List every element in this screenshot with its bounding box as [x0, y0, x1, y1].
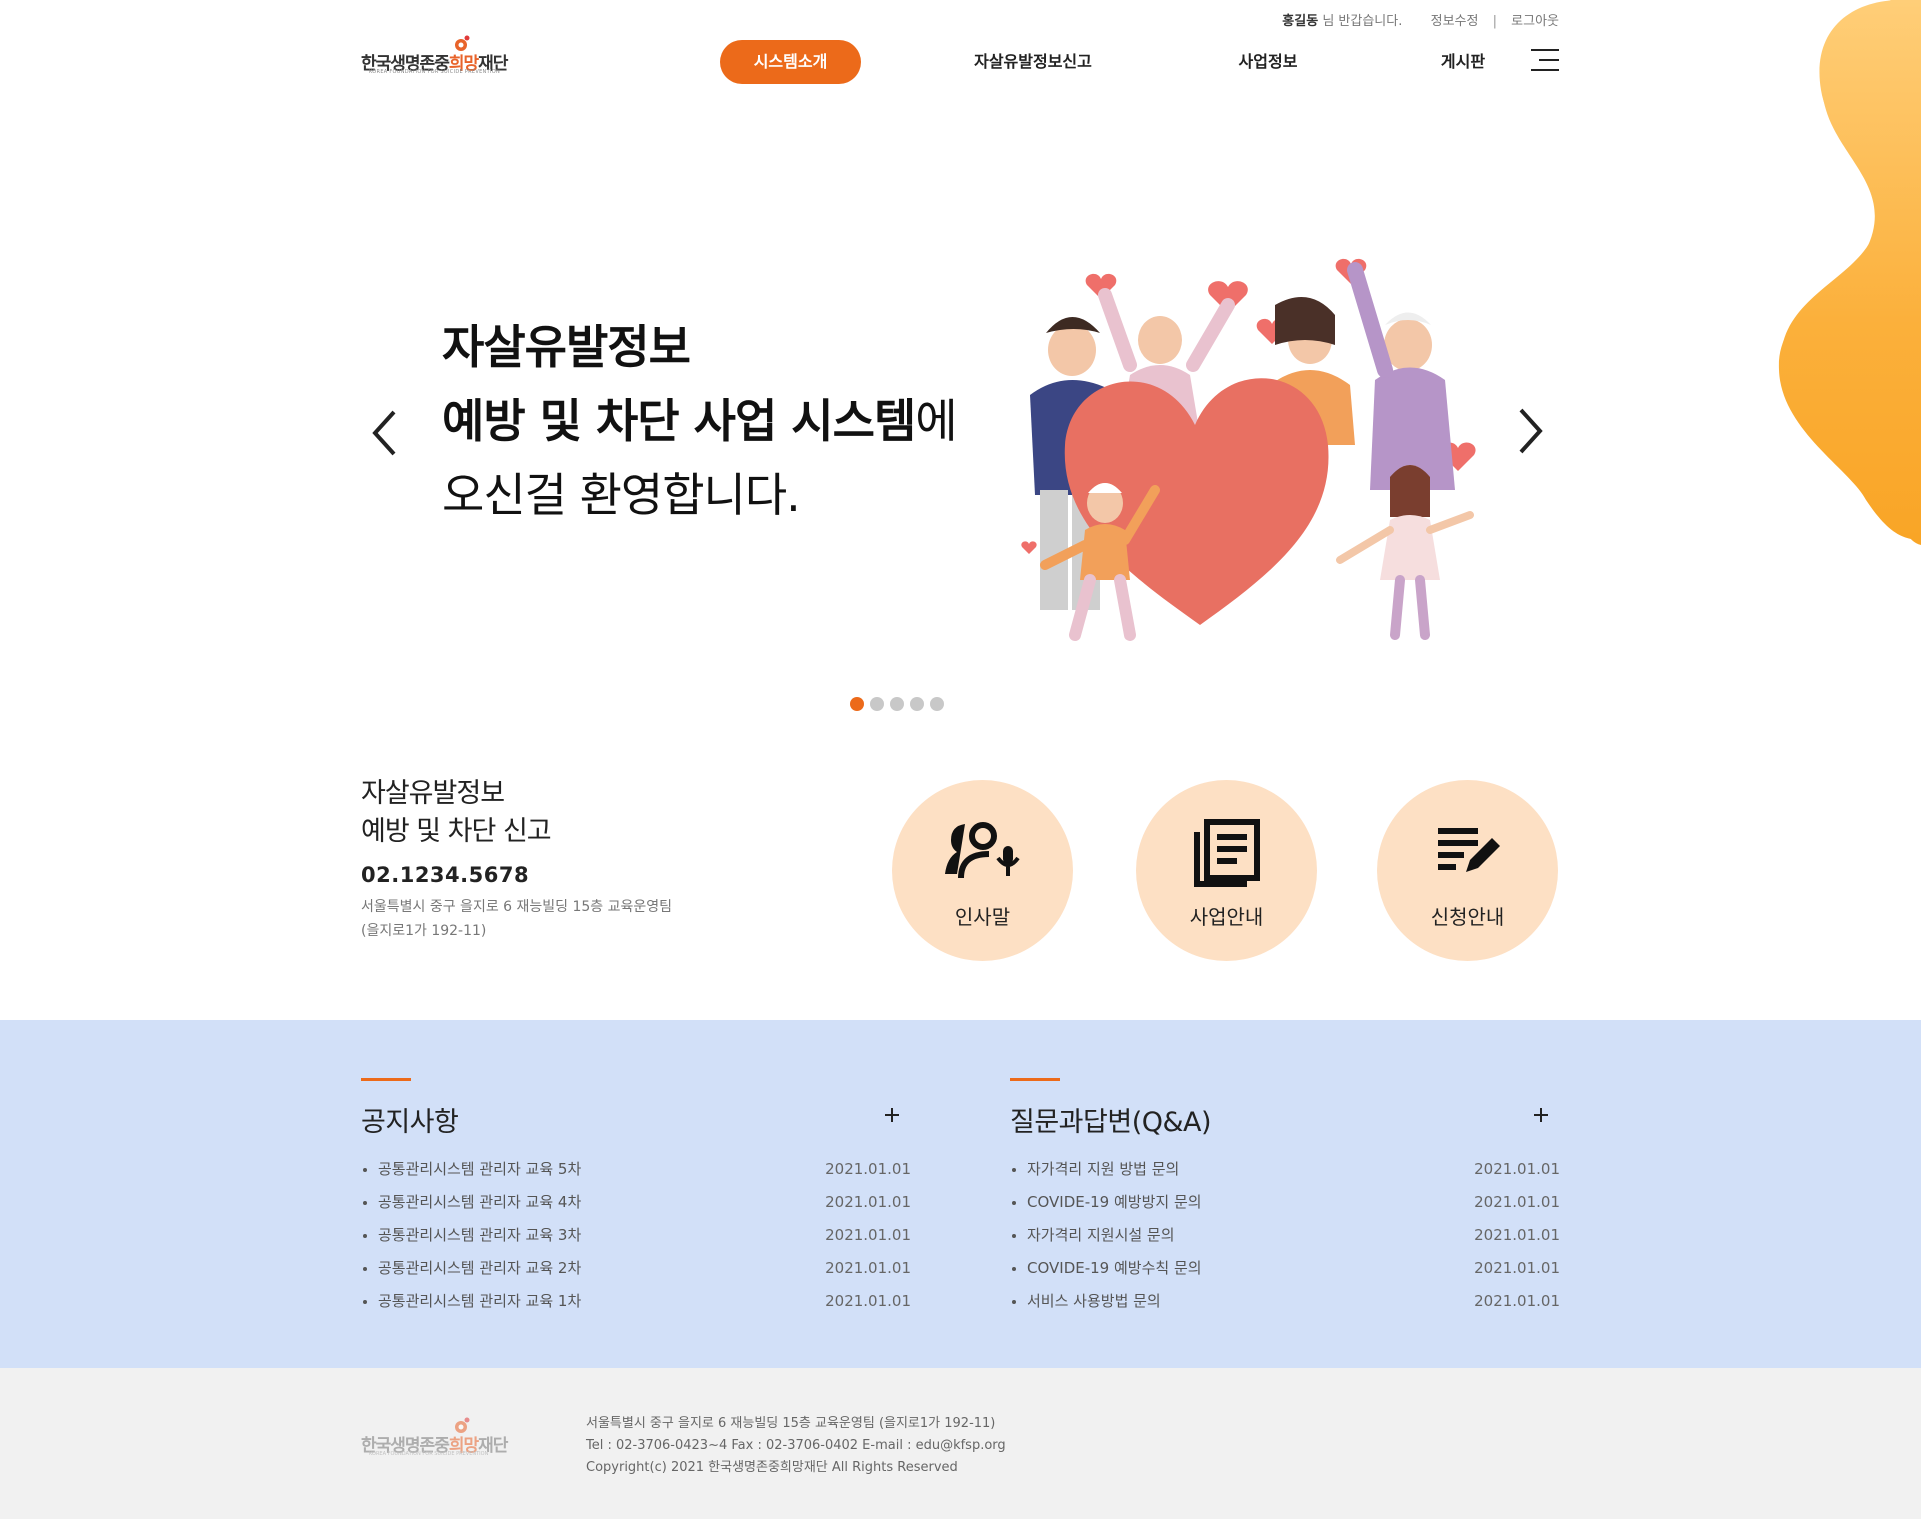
report-title: 자살유발정보 예방 및 차단 신고 — [361, 778, 552, 847]
user-utility-bar: 홍길동 님 반갑습니다. 정보수정 | 로그아웃 — [1282, 10, 1559, 29]
quick-link-label: 사업안내 — [1189, 905, 1264, 929]
notice-item[interactable]: 공통관리시스템 관리자 교육 5차 2021.01.01 — [361, 1153, 911, 1186]
footer-logo-subtext: KOREA FOUNDATION FOR SUICIDE PREVENTION — [369, 1451, 489, 1457]
logo-subtext: KOREA FOUNDATION FOR SUICIDE PREVENTION — [369, 69, 501, 75]
edit-list-icon — [1437, 828, 1500, 872]
qna-item[interactable]: 서비스 사용방법 문의 2021.01.01 — [1010, 1285, 1560, 1318]
plus-icon[interactable] — [883, 1106, 901, 1124]
quick-link-greeting[interactable]: 인사말 — [892, 780, 1073, 961]
quick-link-label: 신청안내 — [1430, 905, 1505, 929]
notice-list: 공통관리시스템 관리자 교육 5차 2021.01.01 공통관리시스템 관리자 … — [361, 1153, 911, 1318]
footer-copyright: Copyright(c) 2021 한국생명존중희망재단 All Rights … — [586, 1460, 958, 1475]
quick-link-application[interactable]: 신청안내 — [1377, 780, 1558, 961]
edit-info-link[interactable]: 정보수정 — [1431, 14, 1479, 29]
notice-item[interactable]: 공통관리시스템 관리자 교육 4차 2021.01.01 — [361, 1186, 911, 1219]
nav-item-board[interactable]: 게시판 — [1413, 40, 1513, 84]
notice-title: 공지사항 — [361, 1107, 459, 1138]
logout-link[interactable]: 로그아웃 — [1511, 14, 1559, 29]
user-name: 홍길동 — [1282, 14, 1319, 29]
slide-dot-2[interactable] — [870, 697, 884, 711]
qna-title: 질문과답변(Q&A) — [1010, 1107, 1212, 1138]
footer-contact: Tel : 02-3706-0423~4 Fax : 02-3706-0402 … — [586, 1438, 1006, 1453]
chevron-left-icon[interactable] — [370, 408, 400, 458]
site-footer: 한국생명존중희망재단 KOREA FOUNDATION FOR SUICIDE … — [0, 1368, 1921, 1519]
qna-list: 자가격리 지원 방법 문의 2021.01.01 COVIDE-19 예방방지 문… — [1010, 1153, 1560, 1318]
quick-link-label: 인사말 — [954, 905, 1011, 929]
hero-line-2-bold: 예방 및 차단 사업 시스템 — [442, 394, 916, 448]
nav-item-report[interactable]: 자살유발정보신고 — [963, 40, 1103, 84]
slide-dot-5[interactable] — [930, 697, 944, 711]
quick-link-business[interactable]: 사업안내 — [1136, 780, 1317, 961]
plus-icon[interactable] — [1532, 1106, 1550, 1124]
hero-line-3: 오신걸 환영합니다. — [442, 468, 801, 522]
report-address: 서울특별시 중구 을지로 6 재능빌딩 15층 교육운영팀 (을지로1가 192… — [361, 899, 673, 939]
document-list-icon — [1193, 819, 1260, 887]
greeting-text: 님 반갑습니다. — [1318, 14, 1403, 29]
qna-accent-bar — [1010, 1078, 1060, 1081]
slide-dot-1[interactable] — [850, 697, 864, 711]
report-phone: 02.1234.5678 — [361, 863, 530, 887]
hamburger-menu-icon[interactable] — [1531, 49, 1559, 71]
site-logo[interactable]: 한국생명존중희망재단 KOREA FOUNDATION FOR SUICIDE … — [361, 32, 521, 82]
board-section — [0, 1020, 1921, 1368]
footer-logo: 한국생명존중희망재단 KOREA FOUNDATION FOR SUICIDE … — [361, 1414, 521, 1464]
notice-accent-bar — [361, 1078, 411, 1081]
footer-info: 서울특별시 중구 을지로 6 재능빌딩 15층 교육운영팀 (을지로1가 192… — [586, 1413, 1006, 1479]
notice-item[interactable]: 공통관리시스템 관리자 교육 2차 2021.01.01 — [361, 1252, 911, 1285]
hero-line-2-rest: 에 — [915, 394, 957, 448]
family-heart-illustration — [1021, 258, 1476, 641]
notice-board: 공지사항 공통관리시스템 관리자 교육 5차 2021.01.01 공통관리시스템… — [361, 1078, 911, 1318]
hero-headline: 자살유발정보 예방 및 차단 사업 시스템에 오신걸 환영합니다. — [442, 310, 958, 532]
nav-item-business-info[interactable]: 사업정보 — [1218, 40, 1318, 84]
notice-item[interactable]: 공통관리시스템 관리자 교육 3차 2021.01.01 — [361, 1219, 911, 1252]
qna-item[interactable]: 자가격리 지원 방법 문의 2021.01.01 — [1010, 1153, 1560, 1186]
qna-item[interactable]: COVIDE-19 예방수칙 문의 2021.01.01 — [1010, 1252, 1560, 1285]
notice-item[interactable]: 공통관리시스템 관리자 교육 1차 2021.01.01 — [361, 1285, 911, 1318]
qna-board: 질문과답변(Q&A) 자가격리 지원 방법 문의 2021.01.01 COVID… — [1010, 1078, 1560, 1318]
greeting-person-icon — [944, 822, 1020, 879]
footer-address: 서울특별시 중구 을지로 6 재능빌딩 15층 교육운영팀 (을지로1가 192… — [586, 1416, 996, 1431]
slider-pagination — [850, 697, 944, 711]
hero-line-1: 자살유발정보 — [442, 320, 691, 374]
slide-dot-3[interactable] — [890, 697, 904, 711]
slide-dot-4[interactable] — [910, 697, 924, 711]
util-divider: | — [1492, 14, 1498, 29]
qna-item[interactable]: COVIDE-19 예방방지 문의 2021.01.01 — [1010, 1186, 1560, 1219]
qna-item[interactable]: 자가격리 지원시설 문의 2021.01.01 — [1010, 1219, 1560, 1252]
chevron-right-icon[interactable] — [1515, 406, 1545, 456]
nav-item-system-intro[interactable]: 시스템소개 — [720, 40, 861, 84]
report-info: 자살유발정보 예방 및 차단 신고 02.1234.5678 서울특별시 중구 … — [361, 775, 672, 943]
